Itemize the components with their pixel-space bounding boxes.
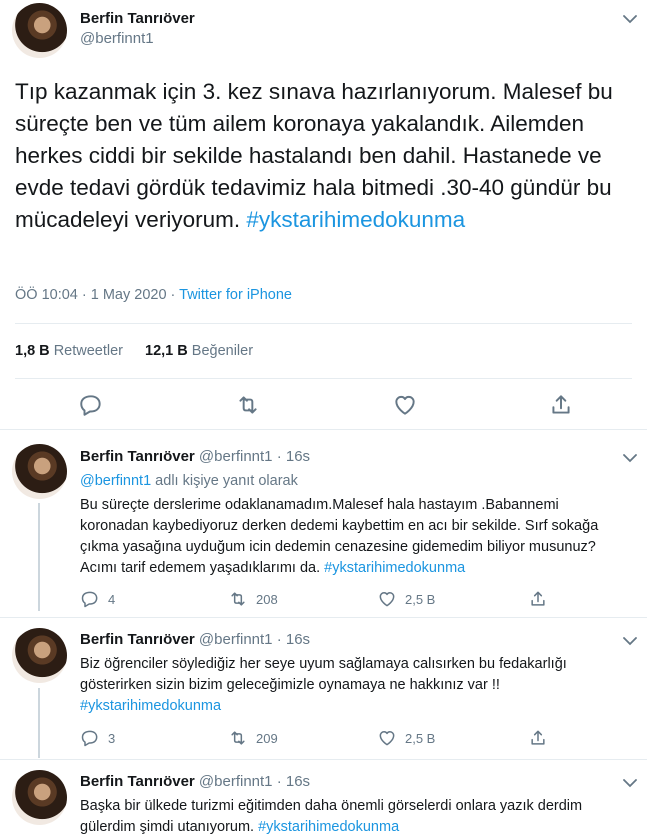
reply-icon[interactable] [78, 392, 104, 418]
reply-text: Bu süreçte derslerime odaklanamadım.Male… [80, 495, 625, 579]
heart-icon[interactable] [392, 392, 418, 418]
retweet-icon [231, 592, 245, 606]
hashtag-link[interactable]: #ykstarihimedokunma [258, 819, 399, 835]
reply-action[interactable]: 4 [80, 589, 115, 609]
hashtag-link[interactable]: #ykstarihimedokunma [324, 560, 465, 576]
reply-actions: 4 208 2,5 B [80, 589, 580, 609]
reply-time[interactable]: 16s [286, 448, 310, 465]
hashtag-link[interactable]: #ykstarihimedokunma [80, 698, 221, 714]
retweet-icon[interactable] [235, 392, 261, 418]
tweet-text: Tıp kazanmak için 3. kez sınava hazırlan… [15, 76, 635, 236]
reply-header: Berfin Tanrıöver @berfinnt1 · 16s [80, 631, 310, 648]
reply-tweet[interactable]: Berfin Tanrıöver @berfinnt1 · 16s Biz öğ… [0, 618, 647, 758]
author-handle[interactable]: @berfinnt1 [199, 773, 273, 790]
reply-icon [81, 591, 98, 608]
chevron-down-icon[interactable] [622, 634, 638, 646]
retweet-icon [231, 731, 245, 745]
avatar[interactable] [12, 628, 67, 683]
share-icon [531, 591, 545, 606]
replying-to-handle[interactable]: @berfinnt1 [80, 473, 151, 489]
author-handle[interactable]: @berfinnt1 [199, 448, 273, 465]
like-count: 2,5 B [405, 591, 436, 607]
chevron-down-icon[interactable] [622, 451, 638, 463]
retweet-action[interactable]: 208 [228, 589, 278, 609]
reply-text: Biz öğrenciler söylediğiz her seye uyum … [80, 654, 625, 717]
separator: · [272, 448, 286, 465]
reply-actions: 3 209 2,5 B [80, 728, 580, 748]
reply-header: Berfin Tanrıöver @berfinnt1 · 16s [80, 773, 310, 790]
replying-to: @berfinnt1 adlı kişiye yanıt olarak [80, 471, 625, 492]
main-tweet: Berfin Tanrıöver @berfinnt1 Tıp kazanmak… [0, 0, 647, 430]
reply-count: 3 [108, 730, 116, 746]
author-name[interactable]: Berfin Tanrıöver [80, 631, 195, 648]
retweets-label: Retweetler [53, 343, 124, 359]
tweet-source[interactable]: Twitter for iPhone [179, 287, 292, 303]
share-icon[interactable] [548, 392, 574, 418]
chevron-down-icon[interactable] [622, 12, 638, 24]
replying-to-label: adlı kişiye yanıt olarak [151, 473, 298, 489]
retweet-count: 209 [256, 730, 278, 746]
author-name[interactable]: Berfin Tanrıöver [80, 10, 195, 27]
retweet-action[interactable]: 209 [228, 728, 278, 748]
heart-icon [379, 592, 395, 607]
tweet-time[interactable]: ÖÖ 10:04 · 1 May 2020 · [15, 287, 179, 303]
reply-tweet[interactable]: Berfin Tanrıöver @berfinnt1 · 16s @berfi… [0, 431, 647, 616]
avatar[interactable] [12, 770, 67, 825]
author-handle[interactable]: @berfinnt1 [80, 30, 154, 47]
retweets-count: 1,8 B [15, 343, 50, 359]
reply-header: Berfin Tanrıöver @berfinnt1 · 16s [80, 448, 310, 465]
divider [15, 378, 632, 379]
separator: · [272, 773, 286, 790]
avatar[interactable] [12, 3, 67, 58]
author-name[interactable]: Berfin Tanrıöver [80, 773, 195, 790]
retweet-count: 208 [256, 591, 278, 607]
reply-tweet[interactable]: Berfin Tanrıöver @berfinnt1 · 16s Başka … [0, 760, 647, 838]
separator: · [272, 631, 286, 648]
reply-icon [81, 730, 98, 747]
thread-line [38, 503, 40, 611]
reply-time[interactable]: 16s [286, 773, 310, 790]
thread-line [38, 688, 40, 758]
like-action[interactable]: 2,5 B [377, 589, 435, 609]
chevron-down-icon[interactable] [622, 776, 638, 788]
reply-text: Başka bir ülkede turizmi eğitimden daha … [80, 796, 625, 838]
divider [15, 323, 632, 324]
author-name[interactable]: Berfin Tanrıöver [80, 448, 195, 465]
heart-icon [379, 731, 395, 746]
share-action[interactable] [528, 589, 548, 609]
share-icon [531, 730, 545, 745]
tweet-actions [0, 392, 647, 420]
reply-time[interactable]: 16s [286, 631, 310, 648]
likes-label: Beğeniler [191, 343, 254, 359]
hashtag-link[interactable]: #ykstarihimedokunma [246, 207, 465, 232]
tweet-meta: ÖÖ 10:04 · 1 May 2020 · Twitter for iPho… [15, 287, 292, 303]
retweets-stat[interactable]: 1,8 B Retweetler [15, 343, 123, 359]
reply-body: Biz öğrenciler söylediğiz her seye uyum … [80, 656, 567, 693]
tweet-stats: 1,8 B Retweetler 12,1 B Beğeniler [15, 343, 253, 359]
like-count: 2,5 B [405, 730, 436, 746]
avatar[interactable] [12, 444, 67, 499]
likes-stat[interactable]: 12,1 B Beğeniler [145, 343, 253, 359]
share-action[interactable] [528, 728, 548, 748]
like-action[interactable]: 2,5 B [377, 728, 435, 748]
author-handle[interactable]: @berfinnt1 [199, 631, 273, 648]
reply-action[interactable]: 3 [80, 728, 115, 748]
reply-count: 4 [108, 591, 116, 607]
likes-count: 12,1 B [145, 343, 188, 359]
